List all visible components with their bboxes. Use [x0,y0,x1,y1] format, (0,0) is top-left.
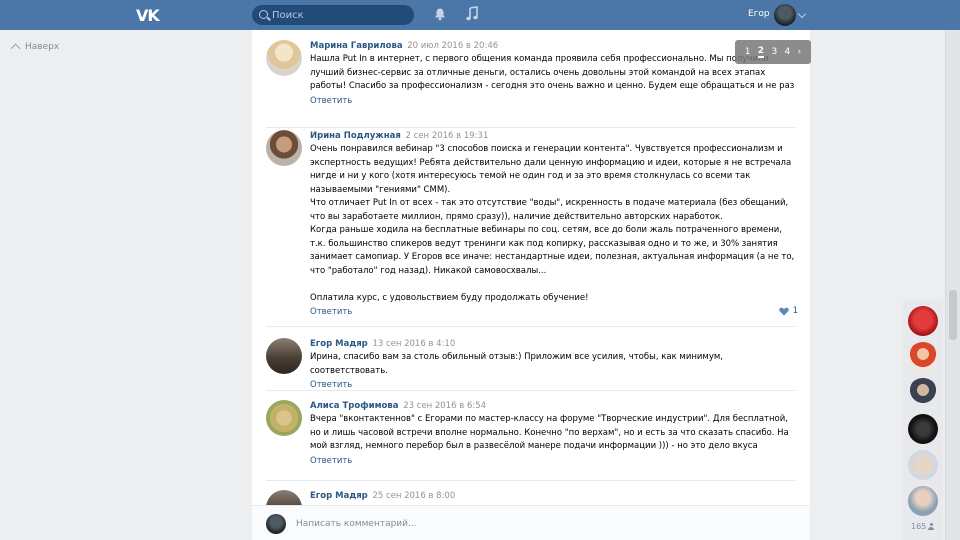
comment-date[interactable]: 20 июл 2016 в 20:46 [407,41,498,51]
comment-author[interactable]: Ирина Подлужная [310,131,401,141]
avatar[interactable] [774,4,796,26]
comment-date[interactable]: 2 сен 2016 в 19:31 [406,131,489,141]
online-count-value: 165 [911,522,927,531]
friend-avatar[interactable] [908,378,938,408]
page-link[interactable]: 3 [771,47,777,57]
person-icon [928,523,935,530]
friend-avatar[interactable] [908,450,938,480]
heart-icon [778,307,789,315]
chevron-right-icon[interactable]: › [798,47,802,57]
comment-text: Нашла Put In в интернет, с первого общен… [310,54,795,91]
comment-text: Ирина, спасибо вам за столь обильный отз… [310,352,726,376]
bell-icon[interactable] [433,7,447,21]
avatar[interactable] [266,400,302,436]
avatar[interactable] [266,40,302,76]
comment-author[interactable]: Егор Мадяр [310,339,368,349]
scrollbar-thumb[interactable] [949,290,957,340]
friend-avatar[interactable] [908,342,938,372]
chevron-down-icon[interactable] [797,9,807,19]
page-current[interactable]: 2 [757,46,765,58]
friend-avatar[interactable] [908,414,938,444]
back-to-top-label: Наверх [25,42,60,52]
reply-link[interactable]: Ответить [310,95,798,107]
comment-text: Вчера "вконтактеннов" с Егорами по масте… [310,414,792,451]
comment-date[interactable]: 23 сен 2016 в 6:54 [403,401,486,411]
page-link[interactable]: 1 [745,47,751,57]
comment-date[interactable]: 13 сен 2016 в 4:10 [372,339,455,349]
online-count[interactable]: 165 [911,522,935,531]
back-to-top-link[interactable]: Наверх [10,42,60,54]
search-box[interactable] [252,5,414,25]
comment-text: Очень понравился вебинар "3 способов пои… [310,144,795,303]
vk-logo-icon[interactable]: VK [136,6,160,25]
friend-avatar[interactable] [908,486,938,516]
friend-avatar[interactable] [908,306,938,336]
divider [266,480,796,481]
top-bar: VK Егор [0,0,960,30]
pagination: 1 2 3 4 › [735,40,811,64]
divider [266,127,796,128]
page-link[interactable]: 4 [785,47,791,57]
divider [266,390,796,391]
chevron-up-icon [10,43,21,54]
music-icon[interactable] [465,6,479,22]
search-input[interactable] [272,7,408,23]
scrollbar-track[interactable] [945,30,960,540]
friends-sidebar: 165 [903,300,943,540]
comment-author[interactable]: Марина Гаврилова [310,41,403,51]
comment-composer [252,505,810,540]
comment-input[interactable] [296,516,776,532]
avatar [266,514,286,534]
avatar[interactable] [266,338,302,374]
reply-link[interactable]: Ответить [310,455,798,467]
user-name[interactable]: Егор [748,9,770,19]
comment-date[interactable]: 25 сен 2016 в 8:00 [372,491,455,501]
comment-author[interactable]: Алиса Трофимова [310,401,399,411]
like-button[interactable]: 1 [778,306,798,316]
like-count: 1 [792,306,798,316]
comment-author[interactable]: Егор Мадяр [310,491,368,501]
comments-panel: Марина Гаврилова 20 июл 2016 в 20:46 Наш… [252,30,810,540]
search-icon [259,10,268,19]
avatar[interactable] [266,130,302,166]
divider [266,326,796,327]
reply-link[interactable]: Ответить [310,306,798,318]
